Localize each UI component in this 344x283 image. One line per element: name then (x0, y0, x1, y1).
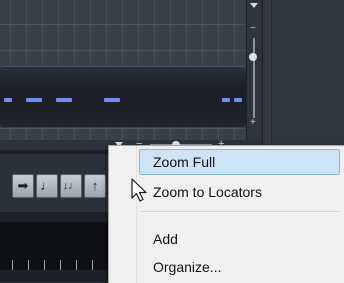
menu-item-label: Zoom Full (153, 154, 216, 170)
note-down-icon[interactable]: ↓♩ (60, 174, 82, 198)
menu-item-organize[interactable]: Organize... (109, 254, 344, 280)
vertical-zoom-track[interactable] (253, 38, 255, 118)
zoom-out-label[interactable]: − (250, 24, 256, 34)
editor-track[interactable] (0, 222, 110, 270)
vertical-zoom-control[interactable]: − + (246, 0, 261, 140)
menu-item-label: Add (153, 231, 178, 247)
arrange-area[interactable] (0, 0, 248, 140)
mouse-pointer-icon (131, 178, 147, 202)
midi-note (104, 98, 120, 102)
menu-item-label: Organize... (153, 259, 222, 275)
menu-item-zoom-full[interactable]: Zoom Full (109, 149, 344, 175)
midi-note (56, 98, 72, 102)
menu-item-add[interactable]: Add (109, 226, 344, 252)
zoom-in-label[interactable]: + (250, 118, 256, 128)
context-menu: Zoom Full Zoom to Locators Add Organize.… (108, 145, 344, 283)
arrow-right-icon[interactable]: ➡ (12, 174, 34, 198)
note-up-icon[interactable]: ↑ (84, 174, 106, 198)
divider (271, 0, 272, 150)
menu-separator (141, 211, 341, 212)
vertical-zoom-knob[interactable] (249, 53, 257, 61)
note-icon[interactable]: ♩ (36, 174, 58, 198)
triangle-down-icon[interactable] (250, 3, 258, 8)
midi-note (234, 98, 242, 102)
midi-note (4, 98, 12, 102)
midi-note (222, 98, 230, 102)
menu-item-label: Zoom to Locators (153, 184, 262, 200)
midi-note (26, 98, 42, 102)
midi-part[interactable] (0, 66, 246, 127)
